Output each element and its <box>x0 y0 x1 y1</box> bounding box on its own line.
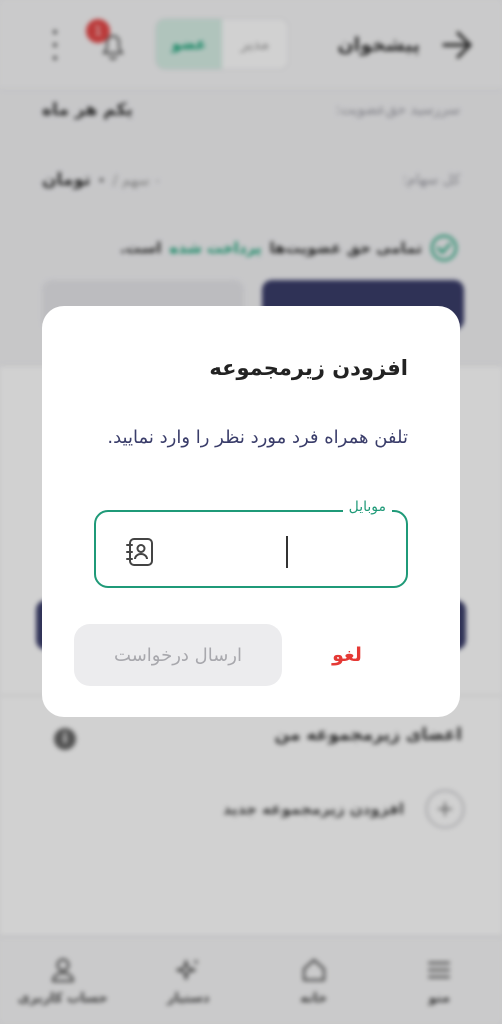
mobile-field[interactable]: موبایل <box>94 499 408 588</box>
mobile-field-label: موبایل <box>342 499 392 515</box>
cancel-button[interactable]: لغو <box>302 624 392 686</box>
add-subset-dialog: افزودن زیرمجموعه تلفن همراه فرد مورد نظر… <box>42 306 460 717</box>
dialog-description: تلفن همراه فرد مورد نظر را وارد نمایید. <box>107 427 408 448</box>
text-cursor <box>286 536 288 568</box>
mobile-input[interactable] <box>168 536 296 566</box>
send-request-button[interactable]: ارسال درخواست <box>74 624 282 686</box>
contacts-book-icon[interactable] <box>124 536 156 568</box>
dialog-title: افزودن زیرمجموعه <box>209 356 408 380</box>
